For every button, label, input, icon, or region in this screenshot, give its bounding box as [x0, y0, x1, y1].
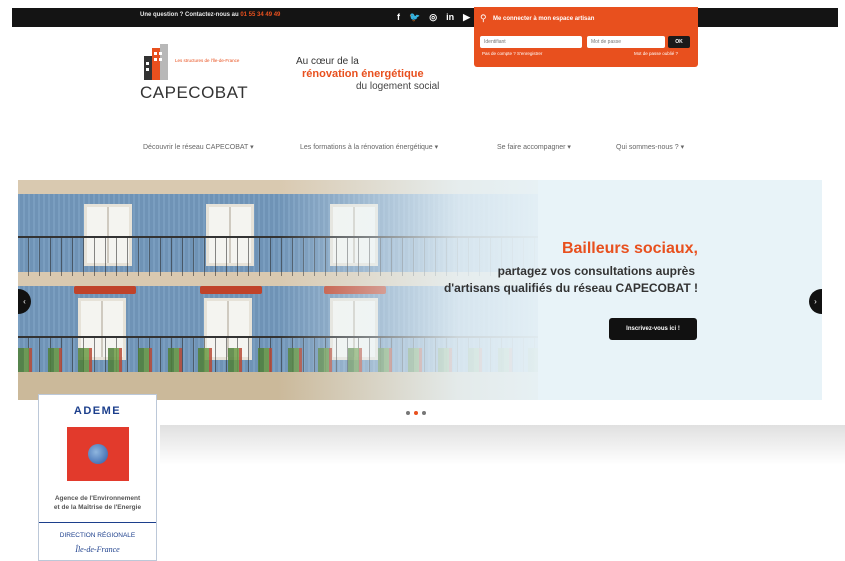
tagline-line-1: Au cœur de la — [296, 56, 359, 67]
ademe-region: Île-de-France — [75, 545, 120, 554]
top-bar: Une question ? Contactez-nous au 01 55 3… — [12, 8, 838, 27]
signup-button[interactable]: Inscrivez-vous ici ! — [609, 318, 697, 340]
logo-name[interactable]: CAPECOBAT — [140, 83, 248, 103]
slider-pagination — [406, 411, 426, 415]
contact-text: Une question ? Contactez-nous au 01 55 3… — [140, 12, 280, 18]
password-input[interactable] — [587, 36, 665, 48]
contact-question: Une question ? Contactez-nous au — [140, 12, 241, 18]
ademe-red-square — [67, 427, 129, 481]
slider-dot-active[interactable] — [414, 411, 418, 415]
slide-subtitle-2: d'artisans qualifiés du réseau CAPECOBAT… — [443, 281, 698, 295]
ademe-agency-line-1: Agence de l'Environnement — [54, 495, 141, 502]
logo-subtitle: Les structures de l'Île-de-France — [175, 58, 240, 63]
youtube-icon[interactable]: ▶ — [463, 11, 470, 23]
linkedin-icon[interactable]: in — [446, 11, 454, 23]
nav-item-formations[interactable]: Les formations à la rénovation énergétiq… — [300, 143, 438, 151]
slide-title: Bailleurs sociaux, — [561, 240, 698, 257]
instagram-icon[interactable]: ◎ — [429, 11, 437, 23]
contact-phone[interactable]: 01 55 34 49 49 — [240, 12, 280, 18]
facebook-icon[interactable]: f — [397, 11, 400, 23]
twitter-icon[interactable]: 🐦 — [409, 11, 420, 23]
ademe-logo: ADEME Agence de l'Environnement et de la… — [38, 394, 157, 561]
tagline-line-2: rénovation énergétique — [302, 68, 424, 80]
ademe-direction: DIRECTION RÉGIONALE — [59, 532, 136, 539]
ademe-name: ADEME — [73, 405, 122, 417]
tagline: Au cœur de la rénovation énergétique du … — [292, 56, 472, 92]
login-panel: ⚲ Me connecter à mon espace artisan OK P… — [474, 7, 698, 67]
ademe-agency-line-2: et de la Maîtrise de l'Energie — [53, 504, 142, 511]
hero-slider: Bailleurs sociaux, partagez vos consulta… — [18, 180, 822, 400]
capecobat-logo-icon[interactable] — [140, 42, 172, 82]
tagline-line-3: du logement social — [356, 81, 440, 92]
login-ok-button[interactable]: OK — [668, 36, 690, 48]
nav-item-accompagner[interactable]: Se faire accompagner ▾ — [497, 143, 571, 151]
social-links: f 🐦 ◎ in ▶ — [397, 11, 470, 23]
nav-item-qui-sommes-nous[interactable]: Qui sommes-nous ? ▾ — [616, 143, 684, 151]
forgot-password-link[interactable]: Mot de passe oublié ? — [634, 51, 678, 56]
ademe-divider — [39, 522, 156, 523]
slider-dot[interactable] — [406, 411, 410, 415]
username-input[interactable] — [480, 36, 582, 48]
slide-subtitle-1: partagez vos consultations auprès — [497, 264, 695, 278]
login-title: Me connecter à mon espace artisan — [493, 16, 595, 22]
register-link[interactable]: Pas de compte ? S'enregistrer — [482, 51, 542, 56]
user-icon: ⚲ — [480, 13, 487, 23]
page: Une question ? Contactez-nous au 01 55 3… — [0, 0, 845, 561]
nav-item-reseau[interactable]: Découvrir le réseau CAPECOBAT ▾ — [143, 143, 254, 151]
slider-dot[interactable] — [422, 411, 426, 415]
ademe-agency: Agence de l'Environnement et de la Maîtr… — [39, 494, 156, 512]
globe-icon — [88, 444, 108, 464]
page-shadow — [160, 425, 845, 465]
